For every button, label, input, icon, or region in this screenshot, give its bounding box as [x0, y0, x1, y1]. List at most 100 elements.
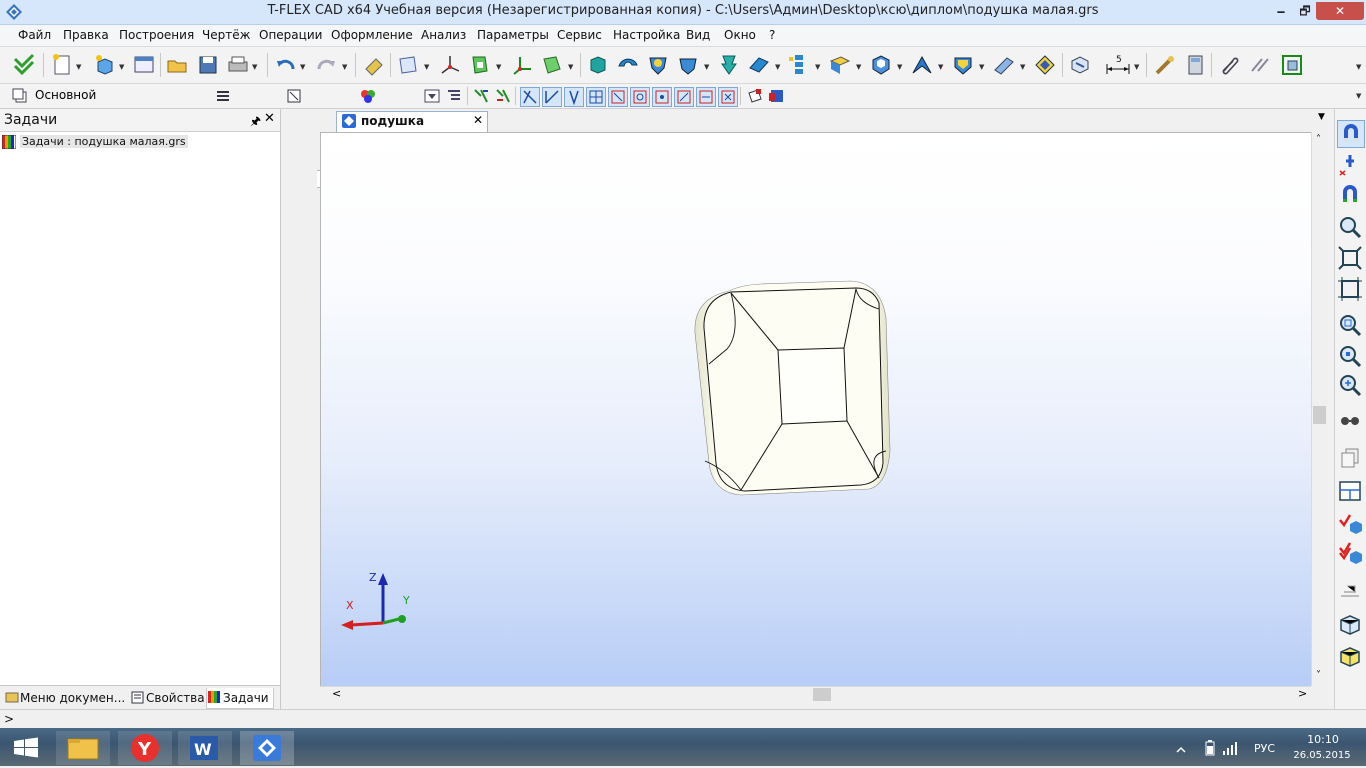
workplane-dropdown[interactable]: ▼ — [424, 63, 429, 71]
extrusion-icon[interactable] — [586, 53, 610, 77]
print-icon[interactable] — [226, 53, 250, 77]
pin-icon[interactable]: 🖈 — [250, 112, 261, 133]
workplane-icon[interactable] — [396, 53, 420, 77]
eraser-icon[interactable] — [362, 53, 386, 77]
menu-service[interactable]: Сервис — [557, 28, 602, 42]
tab-document-menu[interactable]: Меню докумен... — [4, 688, 125, 708]
3d-viewport[interactable]: Z X Y — [320, 132, 1311, 687]
chamfer-icon[interactable] — [951, 53, 975, 77]
3d-profile-icon[interactable] — [468, 53, 492, 77]
priority-icon[interactable] — [286, 87, 304, 105]
vertical-scroll-thumb[interactable] — [1313, 406, 1326, 424]
array-icon[interactable] — [787, 53, 811, 77]
toolbar2-overflow[interactable]: ▼ — [1356, 92, 1361, 100]
close-panel-icon[interactable]: ✕ — [264, 111, 275, 126]
menu-construct[interactable]: Построения — [119, 28, 194, 42]
surface-icon[interactable] — [828, 53, 852, 77]
sketch-dropdown[interactable]: ▼ — [568, 63, 573, 71]
chamfer-dropdown[interactable]: ▼ — [979, 63, 984, 71]
menu-view[interactable]: Вид — [686, 28, 710, 42]
menu-settings[interactable]: Настройка — [613, 28, 680, 42]
taskbar-tflex[interactable] — [240, 731, 294, 765]
wireframe-view-icon[interactable] — [1337, 612, 1363, 638]
draft-dropdown[interactable]: ▼ — [1020, 63, 1025, 71]
menu-annotation[interactable]: Оформление — [331, 28, 413, 42]
taskbar-explorer[interactable] — [56, 731, 110, 765]
3d-view-icon[interactable] — [1068, 53, 1092, 77]
confirm-icon[interactable] — [12, 53, 36, 77]
fit-all-icon[interactable] — [1337, 276, 1363, 302]
tab-tasks[interactable]: Задачи — [206, 688, 274, 709]
3d-sketch-icon[interactable] — [540, 53, 564, 77]
lcs-icon[interactable] — [510, 53, 534, 77]
snap-circle-icon[interactable] — [630, 87, 650, 107]
measure-icon[interactable] — [1153, 53, 1177, 77]
new-document-icon[interactable] — [50, 53, 74, 77]
pin-view-icon[interactable] — [1337, 151, 1363, 177]
dimension-dropdown[interactable]: ▼ — [1134, 63, 1139, 71]
snap-tangent-icon[interactable] — [696, 87, 716, 107]
color-palette-icon[interactable] — [359, 87, 377, 105]
glasses-icon[interactable] — [1337, 408, 1363, 434]
scroll-down-icon[interactable]: ˅ — [1316, 670, 1321, 681]
menu-drawing[interactable]: Чертёж — [202, 28, 250, 42]
scroll-up-icon[interactable]: ˄ — [1316, 134, 1321, 145]
document-tab[interactable]: подушка малая.grs ✕ — [336, 111, 488, 142]
sweep-dropdown[interactable]: ▼ — [775, 63, 780, 71]
copy-view-icon[interactable] — [1337, 445, 1363, 471]
styles-icon[interactable] — [12, 87, 30, 105]
battery-icon[interactable] — [1204, 740, 1216, 756]
check-model-2-icon[interactable] — [1337, 540, 1363, 566]
style-label[interactable]: Основной — [35, 88, 96, 102]
new-3d-model-icon[interactable] — [93, 53, 117, 77]
3d-node-icon[interactable] — [438, 53, 462, 77]
section-plane-icon[interactable] — [1337, 578, 1363, 604]
zoom-extents-icon[interactable] — [1337, 245, 1363, 271]
snap-normal-icon[interactable] — [718, 87, 738, 107]
split-view-icon[interactable] — [1337, 478, 1363, 504]
command-prompt[interactable]: > — [4, 712, 14, 726]
draft-icon[interactable] — [992, 53, 1016, 77]
calculator-icon[interactable] — [1183, 53, 1207, 77]
snap-intersection-icon[interactable] — [674, 87, 694, 107]
close-window-button[interactable]: ✕ — [1316, 2, 1364, 20]
menu-help[interactable]: ? — [769, 28, 775, 42]
taskbar-word[interactable]: W — [178, 731, 232, 765]
render-icon[interactable] — [746, 87, 764, 105]
tab-properties[interactable]: Свойства — [130, 688, 205, 708]
dimension-icon[interactable]: 5 — [1104, 53, 1130, 77]
clock-time[interactable]: 10:10 — [1298, 733, 1348, 746]
magnet-snap-icon[interactable] — [1337, 120, 1365, 148]
shell-icon[interactable] — [869, 53, 893, 77]
surface-dropdown[interactable]: ▼ — [856, 63, 861, 71]
magnet-icon[interactable] — [1337, 182, 1363, 208]
network-icon[interactable] — [1222, 740, 1240, 756]
redo-dropdown[interactable]: ▼ — [342, 63, 347, 71]
minimize-button[interactable]: 🗕 — [1268, 2, 1294, 20]
menu-file[interactable]: Файл — [18, 28, 51, 42]
snap-center-icon[interactable] — [608, 87, 628, 107]
tflex-app-icon[interactable] — [5, 3, 23, 21]
menu-parameters[interactable]: Параметры — [477, 28, 549, 42]
shell-dropdown[interactable]: ▼ — [897, 63, 902, 71]
snap-point-icon[interactable] — [652, 87, 672, 107]
clock-date[interactable]: 26.05.2015 — [1290, 750, 1354, 761]
menu-window[interactable]: Окно — [724, 28, 756, 42]
snap-edge-icon[interactable] — [542, 87, 562, 107]
save-icon[interactable] — [196, 53, 220, 77]
zoom-in-icon[interactable] — [1337, 312, 1363, 338]
cushion-model[interactable] — [694, 280, 891, 496]
zoom-window-icon[interactable] — [1337, 214, 1363, 240]
loft-icon[interactable] — [717, 53, 741, 77]
sweep-icon[interactable] — [747, 53, 771, 77]
fillet-icon[interactable] — [676, 53, 700, 77]
layers-icon[interactable] — [214, 87, 232, 105]
horizontal-scroll-thumb[interactable] — [813, 688, 831, 701]
filter-icon[interactable] — [423, 87, 441, 105]
zoom-previous-icon[interactable] — [1337, 372, 1363, 398]
undo-dropdown[interactable]: ▼ — [300, 63, 305, 71]
scroll-right-icon[interactable]: > — [1298, 687, 1307, 700]
zoom-out-icon[interactable] — [1337, 343, 1363, 369]
new-document-dropdown[interactable]: ▼ — [76, 63, 81, 71]
element-list-icon[interactable] — [445, 87, 463, 105]
